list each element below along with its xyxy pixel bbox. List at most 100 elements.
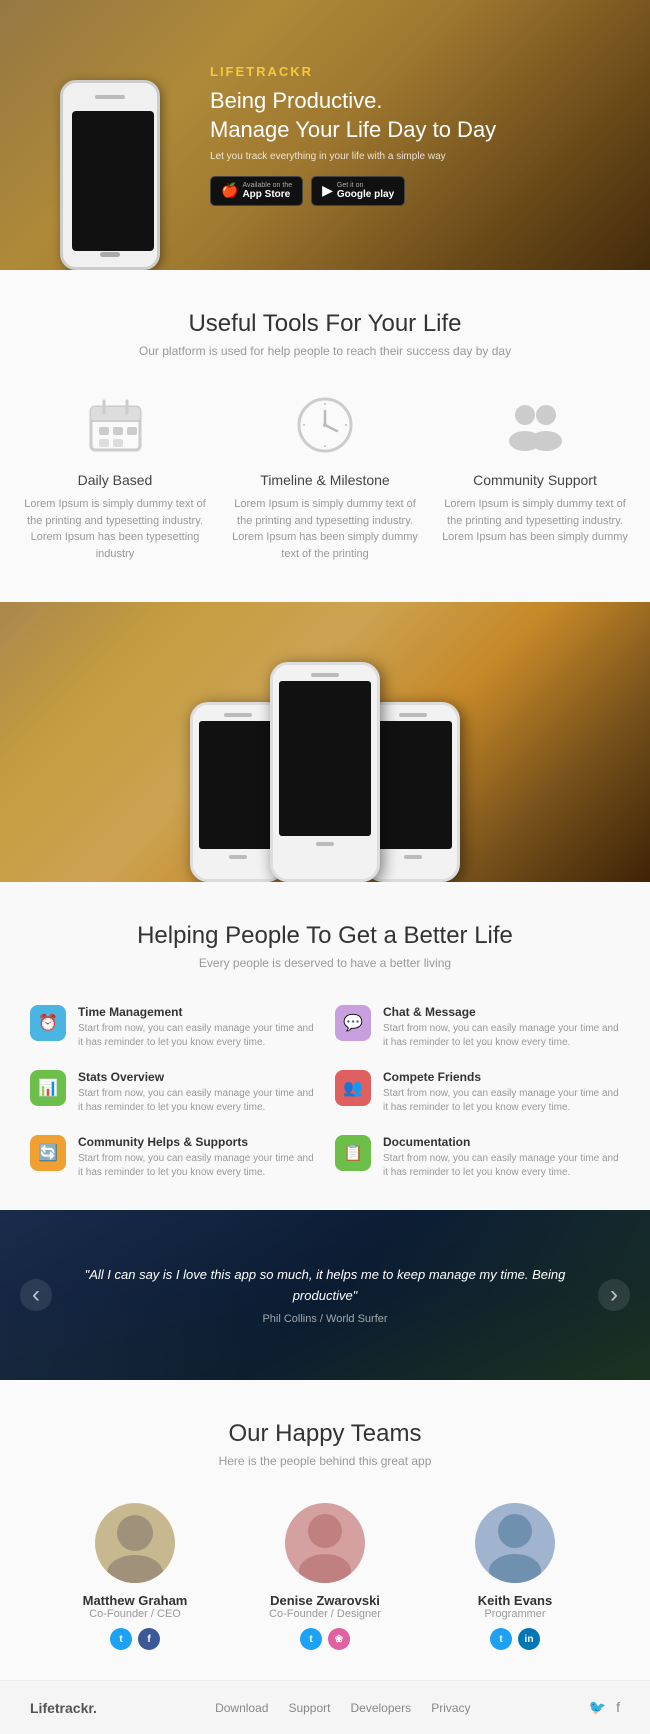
apple-icon: 🍎 [221,182,238,199]
phone-center [270,662,380,882]
avatar-matthew [95,1503,175,1583]
matthew-facebook[interactable]: f [138,1628,160,1650]
footer-link-privacy[interactable]: Privacy [431,1701,470,1715]
googleplay-icon: ▶ [322,182,333,199]
feature-community-desc: Start from now, you can easily manage yo… [78,1152,315,1180]
feature-compete-desc: Start from now, you can easily manage yo… [383,1087,620,1115]
tools-grid: Daily Based Lorem Ipsum is simply dummy … [20,393,630,562]
appstore-button[interactable]: 🍎 Available on the App Store [210,176,303,206]
denise-pinterest[interactable]: ❀ [328,1628,350,1650]
compete-icon: 👥 [335,1070,371,1106]
feature-chat-desc: Start from now, you can easily manage yo… [383,1022,620,1050]
feature-time-desc: Start from now, you can easily manage yo… [78,1022,315,1050]
member-keith-role: Programmer [484,1608,545,1620]
tool-community: Community Support Lorem Ipsum is simply … [440,393,630,562]
feature-stats: 📊 Stats Overview Start from now, you can… [30,1070,315,1115]
tool-community-name: Community Support [473,472,597,488]
brand-logo: LIFETRACKR [210,64,496,79]
feature-stats-desc: Start from now, you can easily manage yo… [78,1087,315,1115]
googleplay-button[interactable]: ▶ Get it on Google play [311,176,405,206]
tools-title: Useful Tools For Your Life [20,310,630,338]
team-member-denise: Denise Zwarovski Co-Founder / Designer t… [245,1503,405,1650]
avatar-denise [285,1503,365,1583]
feature-community-helps: 🔄 Community Helps & Supports Start from … [30,1135,315,1180]
team-member-keith: Keith Evans Programmer t in [435,1503,595,1650]
team-member-matthew: Matthew Graham Co-Founder / CEO t f [55,1503,215,1650]
feature-time-name: Time Management [78,1005,315,1019]
phones-group [190,662,460,882]
testimonial-quote: "All I can say is I love this app so muc… [80,1265,570,1307]
hero-subtitle: Let you track everything in your life wi… [210,151,496,162]
team-title: Our Happy Teams [20,1420,630,1448]
feature-stats-name: Stats Overview [78,1070,315,1084]
footer: Lifetrackr. Download Support Developers … [0,1680,650,1734]
store-buttons: 🍎 Available on the App Store ▶ Get it on… [210,176,496,206]
footer-twitter-icon[interactable]: 🐦 [589,1699,606,1716]
calendar-icon [83,393,148,458]
testimonial-content: "All I can say is I love this app so muc… [0,1265,650,1325]
features-grid: ⏰ Time Management Start from now, you ca… [30,1005,620,1180]
footer-link-developers[interactable]: Developers [350,1701,411,1715]
tool-timeline-name: Timeline & Milestone [260,472,389,488]
time-mgmt-icon: ⏰ [30,1005,66,1041]
avatar-keith [475,1503,555,1583]
tools-subtitle: Our platform is used for help people to … [20,344,630,358]
keith-twitter[interactable]: t [490,1628,512,1650]
better-section: Helping People To Get a Better Life Ever… [0,882,650,1210]
member-matthew-name: Matthew Graham [83,1593,188,1608]
footer-logo: Lifetrackr. [30,1700,97,1716]
member-matthew-socials: t f [110,1628,160,1650]
hero-phone-illustration [40,50,180,270]
footer-link-support[interactable]: Support [288,1701,330,1715]
footer-social: 🐦 f [589,1699,620,1716]
member-denise-name: Denise Zwarovski [270,1593,380,1608]
footer-nav: Download Support Developers Privacy [215,1701,470,1715]
member-keith-socials: t in [490,1628,540,1650]
testimonial-next-button[interactable]: › [598,1279,630,1311]
team-grid: Matthew Graham Co-Founder / CEO t f Deni… [20,1503,630,1650]
matthew-twitter[interactable]: t [110,1628,132,1650]
member-denise-role: Co-Founder / Designer [269,1608,381,1620]
feature-compete: 👥 Compete Friends Start from now, you ca… [335,1070,620,1115]
clock-icon [293,393,358,458]
phones-banner [0,602,650,882]
feature-chat-name: Chat & Message [383,1005,620,1019]
better-subtitle: Every people is deserved to have a bette… [30,956,620,970]
hero-section: LIFETRACKR Being Productive. Manage Your… [0,0,650,270]
features-col-left: ⏰ Time Management Start from now, you ca… [30,1005,315,1180]
feature-docs-desc: Start from now, you can easily manage yo… [383,1152,620,1180]
tool-daily: Daily Based Lorem Ipsum is simply dummy … [20,393,210,562]
feature-community-name: Community Helps & Supports [78,1135,315,1149]
better-title: Helping People To Get a Better Life [30,922,620,950]
testimonial-prev-button[interactable]: ‹ [20,1279,52,1311]
testimonial-section: ‹ "All I can say is I love this app so m… [0,1210,650,1380]
docs-icon: 📋 [335,1135,371,1171]
feature-compete-name: Compete Friends [383,1070,620,1084]
team-section: Our Happy Teams Here is the people behin… [0,1380,650,1680]
tool-community-desc: Lorem Ipsum is simply dummy text of the … [440,496,630,546]
member-keith-name: Keith Evans [478,1593,552,1608]
community-icon [503,393,568,458]
feature-time-management: ⏰ Time Management Start from now, you ca… [30,1005,315,1050]
feature-docs-name: Documentation [383,1135,620,1149]
keith-linkedin[interactable]: in [518,1628,540,1650]
chat-icon: 💬 [335,1005,371,1041]
feature-docs: 📋 Documentation Start from now, you can … [335,1135,620,1180]
tool-daily-desc: Lorem Ipsum is simply dummy text of the … [20,496,210,562]
member-denise-socials: t ❀ [300,1628,350,1650]
features-col-right: 💬 Chat & Message Start from now, you can… [335,1005,620,1180]
community-helps-icon: 🔄 [30,1135,66,1171]
member-matthew-role: Co-Founder / CEO [89,1608,181,1620]
tool-daily-name: Daily Based [78,472,153,488]
footer-link-download[interactable]: Download [215,1701,268,1715]
feature-chat: 💬 Chat & Message Start from now, you can… [335,1005,620,1050]
better-header: Helping People To Get a Better Life Ever… [30,922,620,970]
team-subtitle: Here is the people behind this great app [20,1454,630,1468]
denise-twitter[interactable]: t [300,1628,322,1650]
testimonial-author: Phil Collins / World Surfer [80,1313,570,1325]
stats-icon: 📊 [30,1070,66,1106]
tool-timeline: Timeline & Milestone Lorem Ipsum is simp… [230,393,420,562]
hero-content: LIFETRACKR Being Productive. Manage Your… [210,64,496,205]
footer-facebook-icon[interactable]: f [616,1699,620,1716]
tools-section: Useful Tools For Your Life Our platform … [0,270,650,602]
